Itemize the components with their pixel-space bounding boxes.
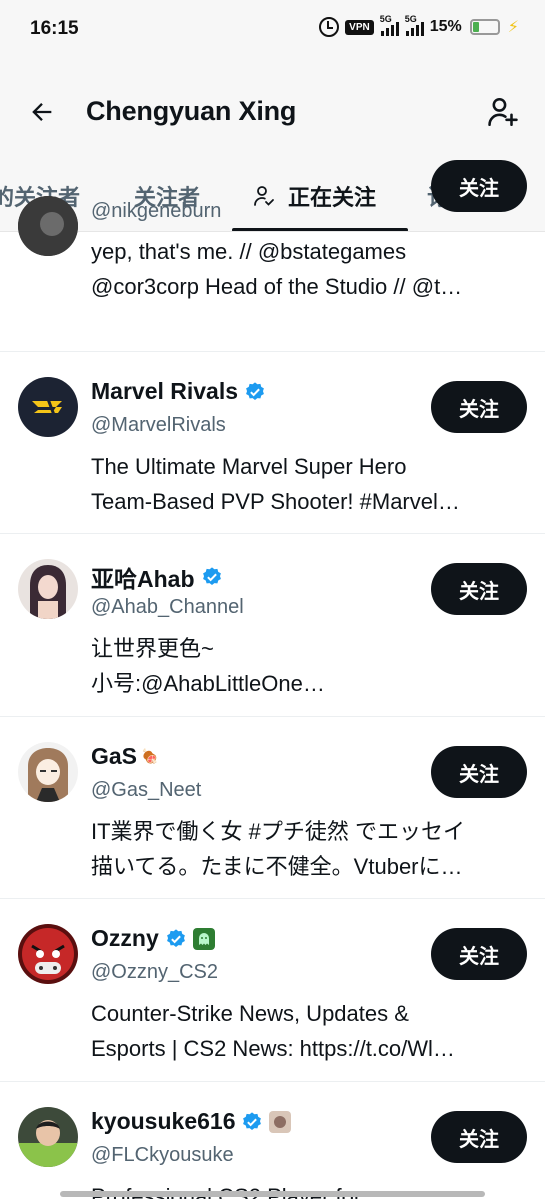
list-item[interactable]: @nikgeneburn yep, that's me. // @bstateg… bbox=[0, 160, 545, 352]
list-item[interactable]: kyousuke616 @FLCkyousuke Professional CS… bbox=[0, 1082, 545, 1199]
account-name: GaS bbox=[91, 743, 138, 769]
account-bio: yep, that's me. // @bstategames @cor3cor… bbox=[91, 239, 463, 299]
back-button[interactable] bbox=[20, 92, 64, 132]
status-bar: 16:15 VPN 5G 5G 15% ⚡ bbox=[0, 0, 545, 62]
account-handle: @Ahab_Channel bbox=[91, 596, 244, 618]
avatar bbox=[18, 924, 78, 984]
status-time: 16:15 bbox=[30, 18, 79, 39]
verified-badge-icon bbox=[202, 567, 221, 585]
list-item[interactable]: GaS 🍖 @Gas_Neet IT業界で働く女 #プチ徒然 でエッセイ 描いて… bbox=[0, 717, 545, 899]
account-name: Ozzny bbox=[91, 925, 159, 951]
follow-button[interactable]: 关注 bbox=[431, 563, 527, 615]
battery-icon bbox=[469, 19, 500, 35]
account-name: Marvel Rivals bbox=[91, 378, 239, 404]
account-handle: @MarvelRivals bbox=[91, 414, 226, 436]
account-handle: @FLCkyousuke bbox=[91, 1144, 234, 1166]
account-name: 亚哈Ahab bbox=[91, 566, 195, 592]
home-indicator[interactable] bbox=[60, 1191, 485, 1197]
avatar bbox=[18, 196, 78, 256]
account-name-row: Marvel Rivals bbox=[91, 378, 266, 405]
account-bio: 让世界更色~ 小号:@AhabLittleOne… bbox=[91, 636, 325, 696]
page-title: Chengyuan Xing bbox=[86, 96, 297, 126]
vpn-badge: VPN bbox=[345, 19, 374, 35]
alarm-icon bbox=[319, 17, 340, 37]
arrow-left-icon bbox=[32, 103, 52, 121]
avatar bbox=[18, 1107, 78, 1167]
affiliate-badge-icon bbox=[269, 1110, 292, 1133]
verified-badge-icon bbox=[166, 928, 185, 947]
signal-icon: 5G bbox=[380, 14, 399, 36]
account-bio: The Ultimate Marvel Super Hero Team-Base… bbox=[91, 454, 460, 514]
follow-user-button[interactable] bbox=[481, 90, 525, 134]
avatar bbox=[18, 742, 78, 802]
account-name-row: GaS 🍖 bbox=[91, 743, 161, 770]
account-bio: IT業界で働く女 #プチ徒然 でエッセイ 描いてる。たまに不健全。Vtuberに… bbox=[91, 819, 466, 879]
account-name: kyousuke616 bbox=[91, 1108, 236, 1134]
verified-badge-icon bbox=[246, 381, 264, 400]
ghost-icon bbox=[192, 927, 215, 950]
status-icons: VPN 5G 5G 15% ⚡ bbox=[319, 14, 519, 37]
account-bio: Counter-Strike News, Updates & Esports |… bbox=[91, 1001, 455, 1061]
account-handle: @Ozzny_CS2 bbox=[91, 961, 219, 983]
meat-emoji-icon: 🍖 bbox=[141, 748, 159, 764]
battery-percent: 15% bbox=[429, 18, 462, 35]
charging-icon: ⚡ bbox=[507, 19, 519, 36]
avatar bbox=[18, 377, 78, 437]
follow-button[interactable]: 关注 bbox=[431, 1111, 527, 1163]
list-item[interactable]: 亚哈Ahab @Ahab_Channel 让世界更色~ 小号:@AhabLitt… bbox=[0, 534, 545, 717]
signal-icon-2: 5G bbox=[405, 14, 424, 36]
avatar bbox=[18, 559, 78, 619]
person-add-icon bbox=[488, 97, 518, 127]
verified-badge-icon bbox=[243, 1111, 262, 1130]
top-bar: Chengyuan Xing bbox=[0, 62, 545, 162]
account-handle: @nikgeneburn bbox=[91, 200, 222, 222]
follow-button[interactable]: 关注 bbox=[431, 928, 527, 980]
account-handle: @Gas_Neet bbox=[91, 779, 202, 801]
follow-button[interactable]: 关注 bbox=[431, 381, 527, 433]
account-name-row: Ozzny bbox=[91, 925, 215, 952]
follow-button[interactable]: 关注 bbox=[431, 746, 527, 798]
follow-button[interactable]: 关注 bbox=[431, 160, 527, 212]
list-item[interactable]: Ozzny @Ozzny_CS2 Counter-Strike News, Up… bbox=[0, 899, 545, 1082]
account-name-row: 亚哈Ahab bbox=[91, 560, 223, 594]
account-name-row: kyousuke616 bbox=[91, 1108, 292, 1135]
list-item[interactable]: Marvel Rivals @MarvelRivals The Ultimate… bbox=[0, 352, 545, 534]
